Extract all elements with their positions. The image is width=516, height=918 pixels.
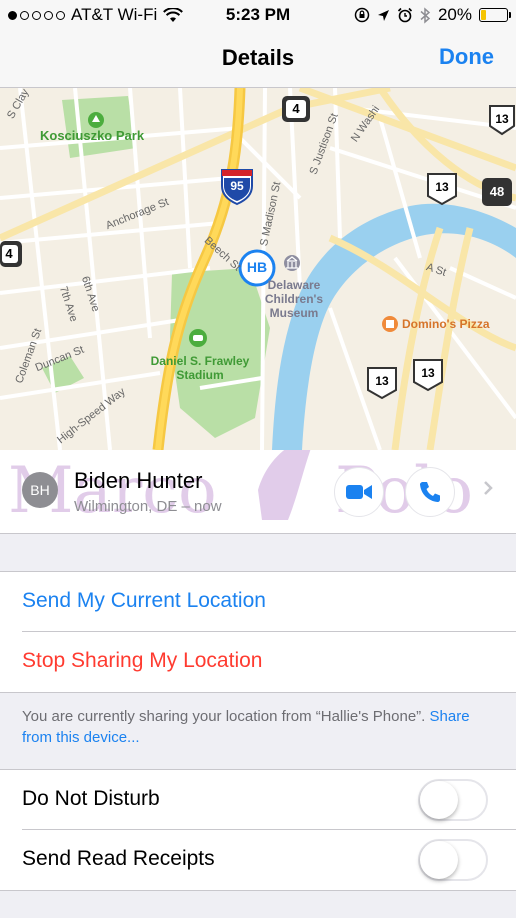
route-4-shield: 4: [292, 101, 300, 116]
map-label-stadium: Daniel S. Frawley Stadium: [150, 354, 250, 382]
route-13-shield: 13: [435, 180, 449, 194]
toggle-knob: [420, 841, 458, 879]
map-label-museum: Delaware Children's Museum: [264, 278, 324, 320]
location-pin[interactable]: HB: [240, 259, 274, 275]
read-receipts-label: Send Read Receipts: [22, 847, 215, 870]
facetime-video-button[interactable]: [334, 467, 384, 517]
send-location-button[interactable]: Send My Current Location: [22, 589, 266, 613]
alarm-icon: [397, 7, 413, 23]
navigation-bar: Details Done: [0, 30, 516, 88]
location-arrow-icon: [377, 9, 389, 21]
phone-icon: [420, 482, 440, 502]
contact-name: Biden Hunter: [74, 468, 203, 493]
read-receipts-toggle[interactable]: [418, 839, 488, 881]
call-button[interactable]: [405, 467, 455, 517]
status-bar: AT&T Wi-Fi 5:23 PM 20%: [0, 0, 516, 30]
map-label-park: Kosciuszko Park: [40, 128, 145, 143]
location-map[interactable]: Kosciuszko Park Anchorage St Beech St S …: [0, 88, 516, 450]
video-camera-icon: [346, 485, 372, 499]
divider: [0, 692, 516, 693]
send-location-row[interactable]: Send My Current Location: [0, 572, 516, 632]
toggle-knob: [420, 781, 458, 819]
contact-location: Wilmington, DE – now: [74, 498, 222, 515]
do-not-disturb-label: Do Not Disturb: [22, 787, 160, 810]
route-48-shield: 48: [489, 184, 505, 199]
map-label-dominos: Domino's Pizza: [402, 317, 490, 331]
sharing-footer-text: You are currently sharing your location …: [22, 708, 426, 725]
sharing-footer-note: You are currently sharing your location …: [22, 706, 502, 748]
stop-sharing-button[interactable]: Stop Sharing My Location: [22, 649, 262, 673]
do-not-disturb-toggle[interactable]: [418, 779, 488, 821]
route-13-shield: 13: [375, 374, 389, 388]
route-13-shield: 13: [495, 112, 509, 126]
details-screen: AT&T Wi-Fi 5:23 PM 20% Details Done Kosc…: [0, 0, 516, 918]
read-receipts-row: Send Read Receipts: [0, 830, 516, 890]
interstate-95-shield-label: 95: [230, 179, 244, 193]
battery-percent: 20%: [437, 5, 472, 24]
battery-icon: [479, 8, 511, 22]
stop-sharing-row[interactable]: Stop Sharing My Location: [0, 632, 516, 692]
chevron-right-icon[interactable]: [483, 480, 493, 496]
do-not-disturb-row: Do Not Disturb: [0, 770, 516, 830]
route-13-shield: 13: [421, 366, 435, 380]
status-right: 20%: [354, 5, 511, 25]
done-button[interactable]: Done: [439, 44, 494, 70]
divider: [0, 890, 516, 891]
lock-rotation-icon: [354, 7, 370, 23]
avatar: BH: [22, 472, 58, 508]
contact-row[interactable]: Marco Polo BH Biden Hunter Wilmington, D…: [0, 430, 516, 534]
bluetooth-icon: [420, 6, 431, 24]
route-4-shield: 4: [5, 246, 13, 261]
